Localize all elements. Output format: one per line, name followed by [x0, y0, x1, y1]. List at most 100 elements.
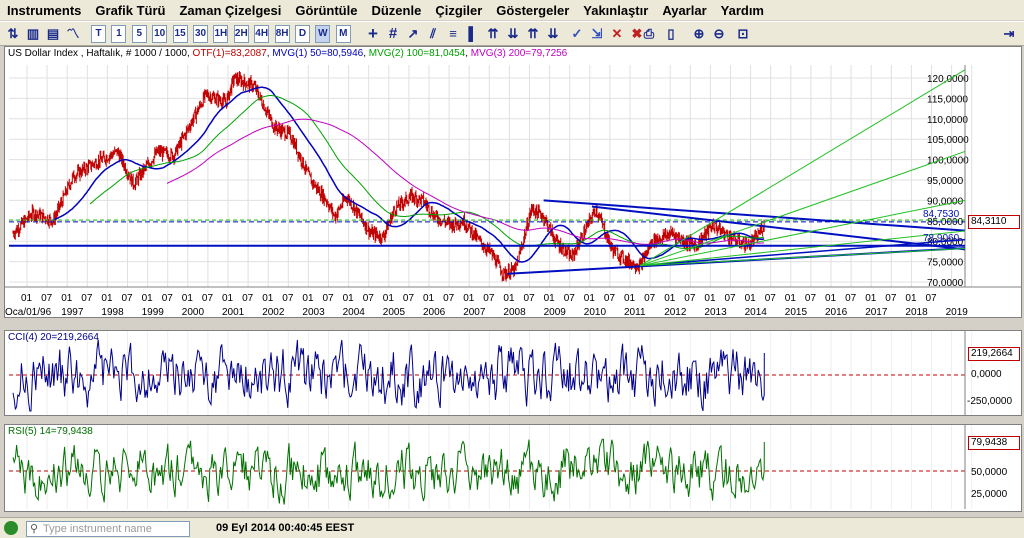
x-month-label: 07 — [41, 293, 53, 304]
x-month-label: 01 — [664, 293, 676, 304]
menu-item-8[interactable]: Ayarlar — [655, 3, 713, 18]
menu-item-4[interactable]: Düzenle — [364, 3, 428, 18]
rsi-value-box: 79,9438 — [968, 436, 1020, 450]
x-month-label: 07 — [604, 293, 616, 304]
trendline-icon[interactable]: ↗ — [404, 25, 422, 43]
timeframe-button-2h[interactable]: 2H — [233, 25, 249, 43]
timeframe-button-d[interactable]: D — [295, 25, 310, 43]
otf-label: OTF(1)=83,2087 — [192, 48, 267, 59]
indicator-b-icon[interactable]: ⇊ — [504, 25, 522, 43]
x-month-label: 07 — [81, 293, 93, 304]
x-month-label: 07 — [122, 293, 134, 304]
timeframe-button-10[interactable]: 10 — [152, 25, 168, 43]
timeframe-button-1h[interactable]: 1H — [213, 25, 229, 43]
timeframe-button-t[interactable]: T — [91, 25, 106, 43]
menu-item-5[interactable]: Çizgiler — [428, 3, 489, 18]
draw-check-icon[interactable]: ✓ — [568, 25, 586, 43]
x-month-label: 01 — [624, 293, 636, 304]
indicator-d-icon[interactable]: ⇊ — [544, 25, 562, 43]
x-year-label: 2014 — [745, 307, 768, 317]
candle-chart-icon[interactable]: ▤ — [44, 25, 62, 43]
menu-item-7[interactable]: Yakınlaştır — [576, 3, 655, 18]
price-chart[interactable]: 120,0000115,0000110,0000105,0000100,0000… — [5, 47, 1021, 317]
x-year-label: 2012 — [664, 307, 687, 317]
x-year-label: 2000 — [182, 307, 205, 317]
x-year-label: 2011 — [624, 307, 646, 317]
x-month-label: 01 — [825, 293, 837, 304]
crosshair-icon[interactable]: + — [364, 25, 382, 43]
x-month-label: 01 — [785, 293, 797, 304]
line-chart-icon[interactable]: 〽 — [64, 25, 82, 43]
rsi-tick-50: 50,0000 — [971, 467, 1008, 478]
x-month-label: 07 — [725, 293, 737, 304]
x-year-label: 2004 — [343, 307, 366, 317]
draw-tool-icon[interactable]: ⇲ — [588, 25, 606, 43]
cci-chart[interactable] — [5, 331, 1021, 415]
indicator-c-icon[interactable]: ⇈ — [524, 25, 542, 43]
x-month-label: 07 — [202, 293, 214, 304]
zoom-out-icon[interactable]: ⊖ — [710, 25, 728, 43]
x-month-label: 01 — [544, 293, 556, 304]
print-icon[interactable]: ⎙ — [640, 25, 658, 43]
menu-item-9[interactable]: Yardım — [714, 3, 771, 18]
menu-item-6[interactable]: Göstergeler — [489, 3, 576, 18]
menu-item-1[interactable]: Grafik Türü — [88, 3, 172, 18]
delete-icon[interactable]: ✕ — [608, 25, 626, 43]
status-bar: ⚲ Type instrument name 09 Eyl 2014 00:40… — [0, 517, 1024, 538]
x-month-label: 07 — [242, 293, 254, 304]
price-tick-label: 115,0000 — [927, 94, 968, 105]
chart-arrow-icon[interactable]: ⇅ — [4, 25, 22, 43]
x-year-label: 2013 — [704, 307, 727, 317]
grid-icon[interactable]: # — [384, 25, 402, 43]
trend-mid — [591, 205, 966, 251]
search-icon: ⚲ — [30, 523, 39, 535]
timeframe-button-1[interactable]: 1 — [111, 25, 127, 43]
channel-icon[interactable]: ⫽ — [424, 25, 442, 43]
timeframe-button-5[interactable]: 5 — [131, 25, 147, 43]
x-month-label: 07 — [564, 293, 576, 304]
x-month-label: 07 — [403, 293, 415, 304]
x-year-label: 2009 — [544, 307, 567, 317]
histogram-icon[interactable]: ▌ — [464, 25, 482, 43]
rsi-chart[interactable] — [5, 425, 1021, 511]
x-month-label: 01 — [142, 293, 154, 304]
mvg2-label: MVG(2) 100=81,0454 — [368, 48, 466, 59]
fib-icon[interactable]: ≡ — [444, 25, 462, 43]
current-price-box: 84,3110 — [968, 215, 1020, 229]
panel-toggle-icon[interactable]: ⇥ — [1000, 25, 1018, 43]
timeframe-button-4h[interactable]: 4H — [254, 25, 270, 43]
x-year-label: 2007 — [463, 307, 486, 317]
x-year-label: 2015 — [785, 307, 808, 317]
x-year-label: 1997 — [61, 307, 84, 317]
x-year-label: Oca/01/96 — [5, 307, 52, 317]
price-chart-pane[interactable]: 120,0000 115,0000 110,0000 105,0000 100,0000… — [4, 46, 1022, 318]
print-preview-icon[interactable]: ▯ — [662, 25, 680, 43]
cci-title: CCI(4) 20=219,2664 — [8, 332, 99, 343]
level-lower-label: 78,9060 — [923, 233, 960, 244]
x-month-label: 01 — [423, 293, 435, 304]
rsi-tick-25: 25,0000 — [971, 489, 1008, 500]
mvg1-line — [51, 86, 765, 263]
fit-icon[interactable]: ⊡ — [734, 25, 752, 43]
timeframe-button-m[interactable]: M — [335, 25, 351, 43]
menu-item-2[interactable]: Zaman Çizelgesi — [172, 3, 288, 18]
timeframe-button-30[interactable]: 30 — [193, 25, 208, 43]
menu-item-3[interactable]: Görüntüle — [288, 3, 364, 18]
x-month-label: 01 — [222, 293, 234, 304]
zoom-in-icon[interactable]: ⊕ — [690, 25, 708, 43]
x-year-label: 2002 — [262, 307, 285, 317]
x-month-label: 07 — [443, 293, 455, 304]
x-month-label: 07 — [483, 293, 495, 304]
indicator-a-icon[interactable]: ⇈ — [484, 25, 502, 43]
instrument-search-input[interactable]: ⚲ Type instrument name — [26, 521, 190, 537]
price-tick-label: 95,0000 — [927, 176, 964, 187]
menu-item-0[interactable]: Instruments — [0, 3, 88, 18]
timeframe-button-8h[interactable]: 8H — [274, 25, 290, 43]
level-upper-label: 84,7530 — [923, 209, 960, 220]
timeframe-button-15[interactable]: 15 — [172, 25, 188, 43]
rsi-pane[interactable]: RSI(5) 14=79,9438 79,9438 50,0000 25,000… — [4, 424, 1022, 512]
bar-chart-icon[interactable]: ▥ — [24, 25, 42, 43]
timeframe-button-w[interactable]: W — [315, 25, 331, 43]
x-month-label: 07 — [644, 293, 656, 304]
cci-pane[interactable]: CCI(4) 20=219,2664 219,2664 0,0000 -250,… — [4, 330, 1022, 416]
